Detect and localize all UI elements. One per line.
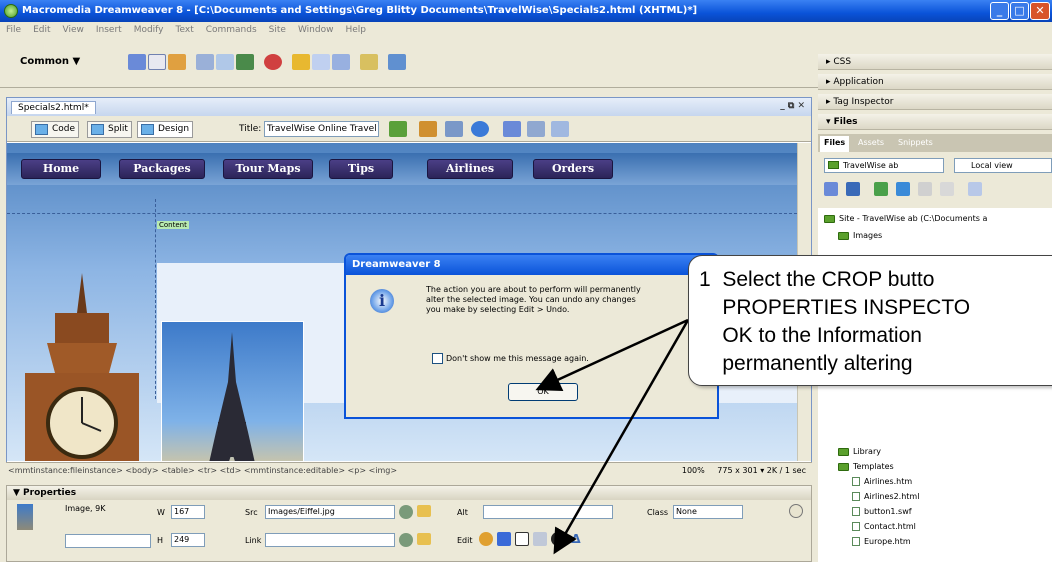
callout-text: 1 Select the CROP butto PROPERTIES INSPE… bbox=[699, 268, 971, 375]
arrow-to-ok-button bbox=[535, 318, 689, 392]
arrow-to-crop-button bbox=[553, 319, 690, 555]
instruction-callout: 1 Select the CROP butto PROPERTIES INSPE… bbox=[688, 255, 1052, 386]
